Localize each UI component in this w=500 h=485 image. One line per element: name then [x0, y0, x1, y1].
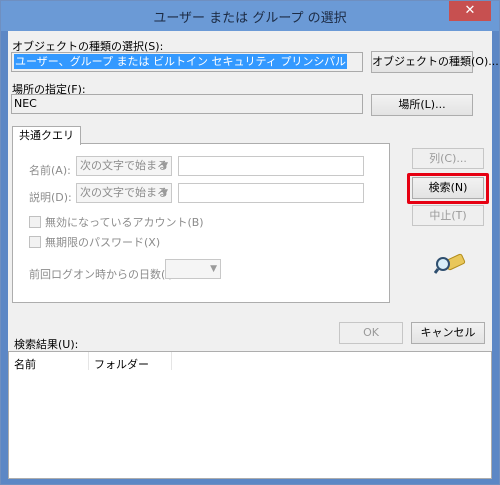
columns-button: 列(C)...	[412, 148, 484, 169]
description-input	[178, 183, 364, 203]
days-since-logon-select: ▼	[165, 259, 221, 279]
column-header-name[interactable]: 名前	[14, 356, 36, 372]
column-separator	[171, 352, 172, 370]
dialog-client-area: オブジェクトの種類の選択(S): ユーザー、グループ または ビルトイン セキュ…	[8, 31, 499, 479]
checkbox-box	[29, 216, 41, 228]
checkbox-box	[29, 236, 41, 248]
name-label: 名前(A):	[29, 164, 71, 177]
ok-button: OK	[339, 322, 403, 344]
column-separator	[88, 352, 89, 370]
chevron-down-icon: ▼	[210, 264, 217, 274]
name-input	[178, 156, 364, 176]
object-type-value: ユーザー、グループ または ビルトイン セキュリティ プリンシパル	[14, 54, 348, 69]
chevron-down-icon: ▼	[161, 188, 168, 198]
name-mode-value: 次の文字で始まる	[80, 159, 168, 172]
non-expiring-password-label: 無期限のパスワード(X)	[45, 236, 161, 249]
magnifier-icon	[434, 253, 466, 274]
non-expiring-password-checkbox: 無期限のパスワード(X)	[29, 234, 160, 250]
description-label: 説明(D):	[29, 191, 72, 204]
object-types-button[interactable]: オブジェクトの種類(O)...	[371, 51, 499, 73]
search-results-label: 検索結果(U):	[14, 338, 79, 351]
search-results-list[interactable]: 名前 フォルダー	[8, 351, 492, 479]
name-mode-select: 次の文字で始まる ▼	[76, 156, 172, 176]
locations-button[interactable]: 場所(L)...	[371, 94, 473, 116]
common-queries-panel: 名前(A): 次の文字で始まる ▼ 説明(D): 次の文字で始まる ▼ 無効になって…	[12, 143, 390, 303]
tab-common-queries[interactable]: 共通クエリ	[12, 126, 81, 145]
disabled-accounts-label: 無効になっているアカウント(B)	[45, 216, 204, 229]
stop-button: 中止(T)	[412, 205, 484, 226]
column-header-folder[interactable]: フォルダー	[94, 356, 149, 372]
object-type-field: ユーザー、グループ または ビルトイン セキュリティ プリンシパル	[11, 52, 363, 72]
chevron-down-icon: ▼	[161, 161, 168, 171]
description-mode-select: 次の文字で始まる ▼	[76, 183, 172, 203]
dialog-window: ユーザー または グループ の選択 ✕ オブジェクトの種類の選択(S): ユーザ…	[0, 0, 500, 485]
close-button[interactable]: ✕	[449, 1, 491, 21]
cancel-button[interactable]: キャンセル	[411, 322, 485, 344]
disabled-accounts-checkbox: 無効になっているアカウント(B)	[29, 214, 204, 230]
location-field: NEC	[11, 94, 363, 114]
description-mode-value: 次の文字で始まる	[80, 186, 168, 199]
days-since-logon-label: 前回ログオン時からの日数(I):	[29, 268, 177, 281]
window-title: ユーザー または グループ の選択	[153, 11, 347, 26]
title-bar[interactable]: ユーザー または グループ の選択 ✕	[1, 1, 499, 31]
find-now-button[interactable]: 検索(N)	[412, 177, 484, 199]
close-icon: ✕	[464, 3, 476, 18]
